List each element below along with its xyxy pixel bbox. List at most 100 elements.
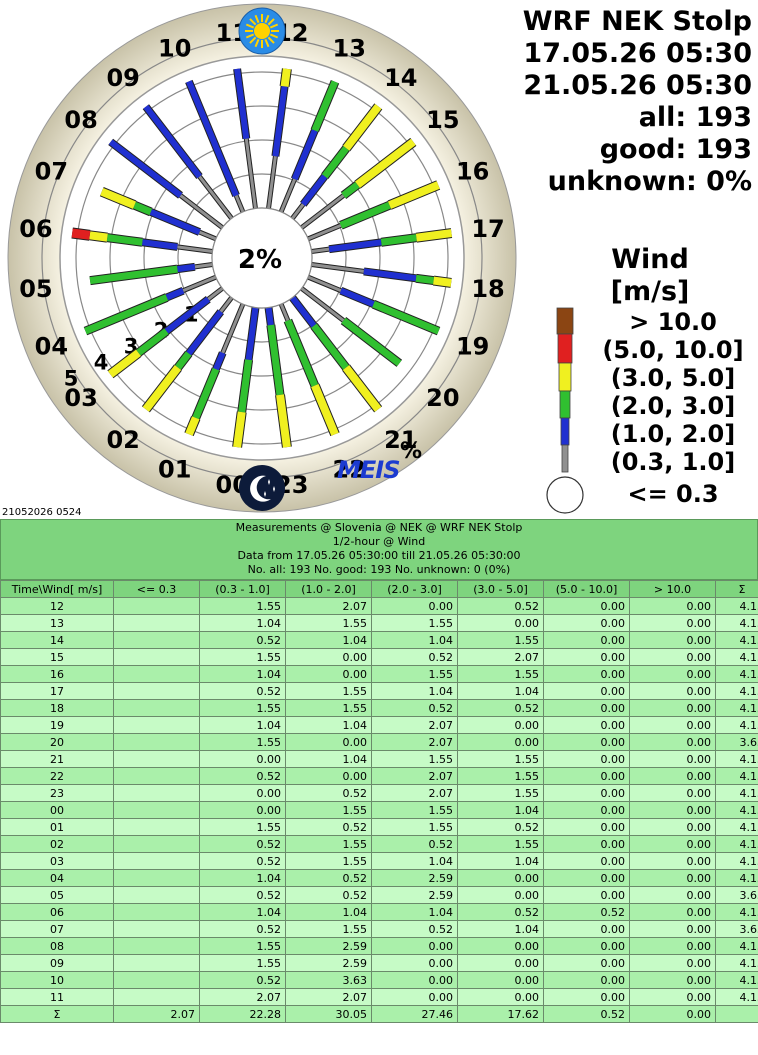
table-cell	[113, 699, 200, 717]
table-cell: 0.00	[543, 835, 630, 853]
table-row: 170.521.551.041.040.000.004.15	[0, 682, 758, 700]
direction-label: 18	[471, 275, 504, 303]
table-header-cell: > 10.0	[629, 580, 716, 598]
table-cell	[113, 818, 200, 836]
table-cell: 1.04	[199, 869, 286, 887]
legend-label: (0.3, 1.0]	[610, 448, 736, 476]
center-percent-label: 2%	[238, 245, 282, 275]
table-cell: Σ	[0, 1005, 114, 1023]
table-cell: 1.55	[285, 699, 372, 717]
table-cell: 1.55	[457, 665, 544, 683]
table-cell: 2.07	[285, 988, 372, 1006]
sun-icon	[238, 7, 286, 55]
wind-bar-segment	[233, 411, 246, 448]
table-cell: 1.04	[285, 903, 372, 921]
table-cell: 0.00	[629, 733, 716, 751]
table-cell: 16	[0, 665, 114, 683]
table-header-cell: <= 0.3	[113, 580, 200, 598]
table-cell: 1.55	[285, 614, 372, 632]
table-cell: 1.55	[371, 665, 458, 683]
table-header-cell: (1.0 - 2.0]	[285, 580, 372, 598]
ring-unit-label: %	[400, 439, 422, 464]
table-cell: 0.52	[199, 835, 286, 853]
table-cell: 3.63	[715, 733, 758, 751]
table-cell: 0.00	[285, 767, 372, 785]
wind-bar-segment	[71, 228, 91, 240]
wind-bar-segment	[415, 229, 452, 242]
direction-label: 07	[35, 158, 68, 186]
legend-bar-segment	[556, 307, 574, 335]
table-cell: 4.15	[715, 597, 758, 615]
table-cell: 00	[0, 801, 114, 819]
table-cell: 2.07	[199, 988, 286, 1006]
table-cell	[113, 648, 200, 666]
table-cell: 11	[0, 988, 114, 1006]
table-cell: 0.00	[629, 648, 716, 666]
table-row: 210.001.041.551.550.000.004.15	[0, 750, 758, 768]
table-header-cell: Time\Wind[ m/s]	[0, 580, 114, 598]
table-cell: 04	[0, 869, 114, 887]
table-cell: 1.55	[371, 818, 458, 836]
table-cell: 3.63	[715, 886, 758, 904]
table-cell: 20	[0, 733, 114, 751]
direction-label: 20	[426, 384, 459, 412]
table-cell	[113, 665, 200, 683]
table-cell: 09	[0, 954, 114, 972]
table-cell: 08	[0, 937, 114, 955]
table-cell	[113, 886, 200, 904]
legend-label: <= 0.3	[627, 480, 719, 508]
table-row: 230.000.522.071.550.000.004.15	[0, 784, 758, 802]
table-cell: 4.15	[715, 614, 758, 632]
table-cell: 0.00	[457, 869, 544, 887]
table-cell: 0.00	[629, 665, 716, 683]
table-cell: 0.00	[457, 937, 544, 955]
ring-label: 4	[94, 350, 109, 374]
table-sum-row: Σ 2.07 22.28 30.05 27.46 17.62 0.52 0.00	[0, 1005, 758, 1023]
table-header-cell: (0.3 - 1.0]	[199, 580, 286, 598]
legend-color-bar	[546, 307, 584, 514]
legend-label: (3.0, 5.0]	[610, 364, 736, 392]
table-cell: 0.00	[457, 716, 544, 734]
legend-label: (2.0, 3.0]	[610, 392, 736, 420]
table-cell: 4.15	[715, 988, 758, 1006]
table-cell: 1.55	[371, 750, 458, 768]
table-cell: 4.15	[715, 971, 758, 989]
table-row: 121.552.070.000.520.000.004.15	[0, 597, 758, 615]
table-cell: 0.00	[457, 733, 544, 751]
table-cell: 2.07	[285, 597, 372, 615]
table-cell: 0.00	[543, 954, 630, 972]
unknown-percent: unknown: 0%	[547, 166, 752, 197]
table-cell	[113, 869, 200, 887]
table-cell: 1.04	[199, 716, 286, 734]
table-cell	[113, 682, 200, 700]
table-cell: 0.00	[543, 699, 630, 717]
table-row: 112.072.070.000.000.000.004.15	[0, 988, 758, 1006]
table-cell: 4.15	[715, 869, 758, 887]
table-cell: 0.00	[543, 988, 630, 1006]
table-cell: 0.52	[457, 818, 544, 836]
table-cell: 1.55	[457, 835, 544, 853]
direction-label: 09	[106, 64, 139, 92]
table-cell: 30.05	[285, 1005, 372, 1023]
wind-bar-segment	[415, 274, 435, 285]
table-cell: 0.00	[629, 954, 716, 972]
direction-label: 14	[384, 64, 417, 92]
table-row: 050.520.522.590.000.000.003.63	[0, 886, 758, 904]
table-row: 220.520.002.071.550.000.004.15	[0, 767, 758, 785]
table-cell: 0.00	[457, 971, 544, 989]
table-cell: 1.55	[457, 784, 544, 802]
table-cell: 0.00	[629, 767, 716, 785]
table-cell: 1.55	[285, 801, 372, 819]
table-cell: 0.52	[371, 835, 458, 853]
table-cell: 1.55	[457, 750, 544, 768]
table-cell: 0.52	[199, 631, 286, 649]
table-cell: 0.00	[543, 920, 630, 938]
table-cell: 3.63	[715, 920, 758, 938]
table-cell: 0.52	[371, 920, 458, 938]
table-cell: 0.00	[543, 733, 630, 751]
table-cell: 4.15	[715, 852, 758, 870]
table-cell: 4.15	[715, 835, 758, 853]
table-cell: 23	[0, 784, 114, 802]
table-header-cell: (5.0 - 10.0]	[543, 580, 630, 598]
table-cell	[113, 614, 200, 632]
